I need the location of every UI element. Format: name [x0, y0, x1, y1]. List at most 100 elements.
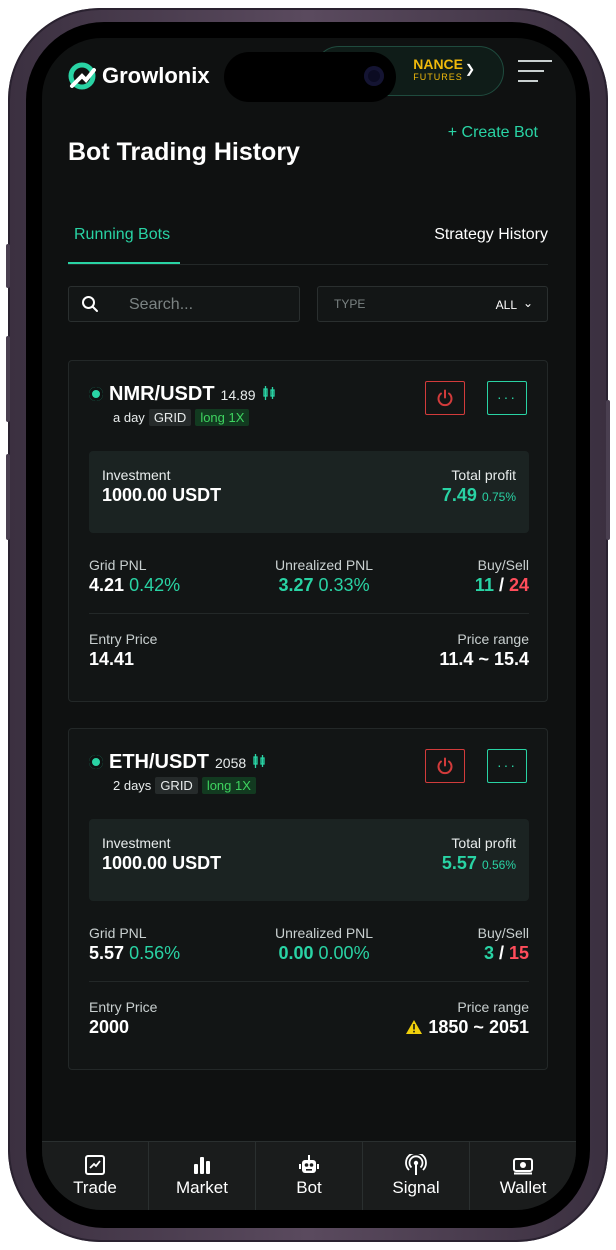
chart-icon — [85, 1155, 105, 1175]
bot-side-badge: long 1X — [201, 777, 256, 794]
sell-count: 24 — [508, 575, 529, 595]
nav-label: Wallet — [499, 1178, 547, 1197]
investment-panel: Investment 1000.00 USDT Total profit 5.5… — [89, 819, 529, 901]
unrealized-pnl-value: 0.00 0.00% — [275, 943, 373, 964]
price-range-value: 11.4 ~ 15.4 — [439, 649, 529, 669]
active-tab-indicator — [68, 262, 180, 264]
bot-price: 2058 — [215, 755, 247, 771]
bot-type-badge: GRID — [155, 777, 198, 794]
grid-pnl-pct: 0.56% — [129, 943, 181, 963]
app-screen: Growlonix NANCE FUTURES ❯ Bot Trading Hi… — [42, 38, 576, 1210]
price-range-value: 1850 ~ 2051 — [405, 1017, 529, 1038]
buy-count: 11 — [474, 575, 494, 595]
tab-running-bots[interactable]: Running Bots — [74, 226, 170, 244]
buy-sell-label: Buy/Sell — [477, 557, 529, 573]
bottom-nav: Trade Market Bot Signal Wallet — [42, 1141, 576, 1210]
running-status-icon — [89, 387, 103, 401]
total-profit-pct: 0.75% — [481, 490, 516, 504]
total-profit-amount: 7.49 — [441, 485, 477, 505]
stop-bot-button[interactable] — [425, 749, 465, 783]
total-profit-label: Total profit — [451, 467, 516, 483]
unrealized-pnl-amount: 0.00 — [278, 943, 314, 963]
nav-label: Trade — [73, 1178, 117, 1197]
price-range-text: 1850 ~ 2051 — [428, 1017, 529, 1037]
exchange-name-line2: FUTURES — [413, 72, 463, 82]
hamburger-menu-icon[interactable] — [518, 60, 552, 82]
nav-label: Market — [176, 1178, 228, 1197]
search-icon — [82, 296, 98, 312]
grid-pnl-pct: 0.42% — [129, 575, 181, 595]
investment-label: Investment — [102, 835, 171, 851]
grid-pnl-label: Grid PNL — [89, 925, 147, 941]
power-icon — [437, 389, 453, 407]
tab-strategy-history[interactable]: Strategy History — [434, 226, 548, 244]
total-profit-value: 5.57 0.56% — [442, 853, 516, 874]
buy-sell-value: 11 / 24 — [474, 575, 529, 595]
price-range-label: Price range — [457, 631, 529, 647]
candlestick-icon[interactable] — [262, 386, 276, 400]
volume-down-button — [6, 454, 10, 540]
total-profit-value: 7.49 0.75% — [442, 485, 516, 506]
power-icon — [437, 757, 453, 775]
search-input[interactable] — [127, 295, 291, 315]
bot-meta: a day GRID long 1X — [113, 409, 250, 426]
total-profit-label: Total profit — [451, 835, 516, 851]
price-range-label: Price range — [457, 999, 529, 1015]
grid-pnl-amount: 5.57 — [89, 943, 125, 963]
unrealized-pnl-value: 3.27 0.33% — [275, 575, 373, 596]
nav-wallet[interactable]: Wallet — [470, 1142, 576, 1210]
grid-pnl-amount: 4.21 — [89, 575, 125, 595]
nav-trade[interactable]: Trade — [42, 1142, 149, 1210]
unrealized-pnl-label: Unrealized PNL — [275, 925, 374, 941]
bot-pair: NMR/USDT — [109, 383, 215, 405]
exchange-name: NANCE FUTURES — [413, 57, 463, 84]
bot-age: 2 days — [113, 778, 152, 793]
more-options-button[interactable]: ··· — [487, 749, 527, 783]
grid-pnl-value: 5.57 0.56% — [89, 943, 180, 964]
entry-price-label: Entry Price — [89, 631, 158, 647]
total-profit-pct: 0.56% — [481, 858, 516, 872]
bot-card: ETH/USDT 2058 2 days GRID long 1X ··· In… — [68, 728, 548, 1070]
unrealized-pnl-amount: 3.27 — [278, 575, 314, 595]
candlestick-icon[interactable] — [252, 754, 266, 768]
nav-label: Signal — [392, 1178, 440, 1197]
type-filter-value: ALL — [495, 298, 517, 312]
stop-bot-button[interactable] — [425, 381, 465, 415]
side-button — [6, 244, 10, 288]
buy-count: 3 — [483, 943, 494, 963]
more-options-button[interactable]: ··· — [487, 381, 527, 415]
nav-label: Bot — [296, 1178, 322, 1197]
bot-price: 14.89 — [220, 387, 256, 403]
bot-pair-header: ETH/USDT 2058 — [89, 751, 266, 774]
power-button — [606, 400, 610, 540]
bot-pair: ETH/USDT — [109, 751, 209, 773]
divider — [89, 613, 529, 614]
grid-pnl-value: 4.21 0.42% — [89, 575, 180, 596]
investment-label: Investment — [102, 467, 171, 483]
brand-logo[interactable]: Growlonix — [68, 62, 210, 90]
page-title: Bot Trading History — [68, 138, 300, 166]
entry-price-value: 2000 — [89, 1017, 130, 1037]
growlonix-logo-icon — [68, 62, 96, 90]
nav-bot[interactable]: Bot — [256, 1142, 363, 1210]
entry-price-label: Entry Price — [89, 999, 158, 1015]
nav-market[interactable]: Market — [149, 1142, 256, 1210]
search-box — [68, 286, 300, 322]
sell-count: 15 — [508, 943, 529, 963]
nav-signal[interactable]: Signal — [363, 1142, 470, 1210]
chevron-down-icon: ⌄ — [522, 296, 533, 310]
running-status-icon — [89, 755, 103, 769]
bot-age: a day — [113, 410, 145, 425]
buy-sell-label: Buy/Sell — [477, 925, 529, 941]
create-bot-button[interactable]: + Create Bot — [448, 124, 538, 142]
buy-sell-value: 3 / 15 — [483, 943, 529, 963]
signal-icon — [405, 1154, 427, 1175]
volume-up-button — [6, 336, 10, 422]
divider — [89, 981, 529, 982]
investment-value: 1000.00 USDT — [102, 485, 222, 505]
bot-pair-header: NMR/USDT 14.89 — [89, 383, 276, 406]
type-filter-select[interactable]: TYPE ALL ⌄ — [317, 286, 548, 322]
warning-icon — [406, 1020, 423, 1034]
total-profit-amount: 5.57 — [441, 853, 477, 873]
tab-bar: Running Bots Strategy History — [68, 218, 548, 265]
